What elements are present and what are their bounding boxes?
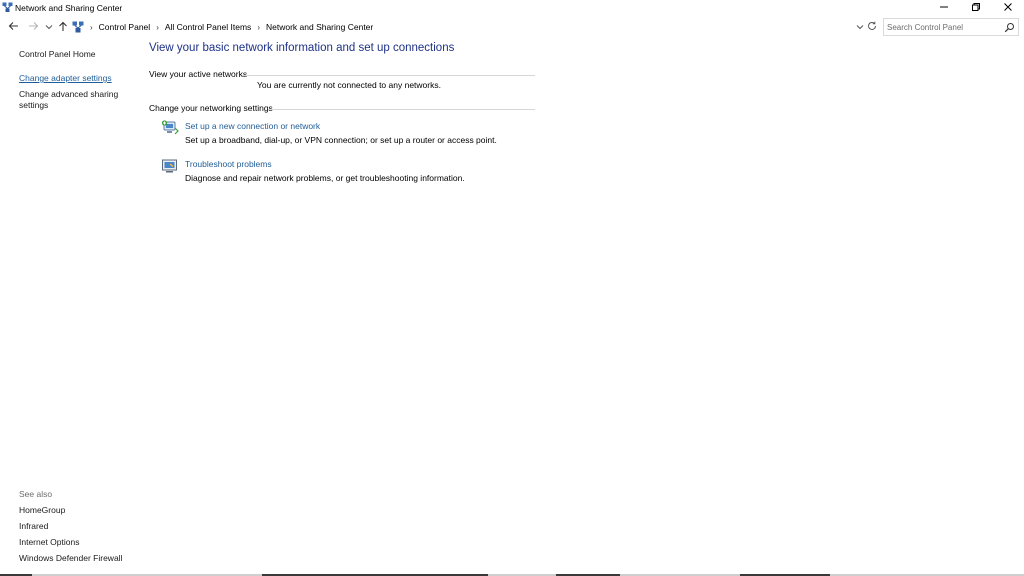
search-box: [883, 18, 1019, 36]
minimize-icon: [939, 2, 949, 14]
network-sharing-icon: [2, 2, 13, 13]
window-title: Network and Sharing Center: [15, 3, 123, 13]
chevron-down-icon: [45, 22, 53, 32]
control-panel-home-link[interactable]: Control Panel Home: [19, 49, 96, 60]
restore-button[interactable]: [960, 0, 992, 16]
minimize-button[interactable]: [928, 0, 960, 16]
network-status-text: You are currently not connected to any n…: [257, 80, 441, 90]
search-icon[interactable]: [1004, 22, 1015, 33]
breadcrumb-all-items[interactable]: All Control Panel Items: [165, 22, 251, 32]
up-arrow-icon: [58, 21, 68, 34]
refresh-button[interactable]: [866, 21, 878, 33]
address-bar[interactable]: › Control Panel › All Control Panel Item…: [72, 19, 878, 35]
network-setup-icon: [161, 119, 179, 135]
forward-arrow-icon: [28, 21, 39, 33]
page-title: View your basic network information and …: [149, 42, 455, 54]
refresh-icon: [867, 21, 877, 33]
navigation-bar: › Control Panel › All Control Panel Item…: [0, 18, 1024, 36]
change-settings-heading: Change your networking settings: [149, 103, 273, 113]
back-button[interactable]: [6, 20, 20, 34]
search-input[interactable]: [887, 21, 999, 34]
breadcrumb-separator: ›: [90, 22, 93, 32]
see-also-heading: See also: [19, 489, 53, 499]
troubleshoot-icon: [161, 158, 179, 174]
left-pane: Control Panel Home Change adapter settin…: [0, 36, 140, 576]
breadcrumb-separator: ›: [257, 22, 260, 32]
internet-options-link[interactable]: Internet Options: [19, 537, 79, 548]
close-button[interactable]: [992, 0, 1024, 16]
section-divider: [268, 109, 535, 110]
homegroup-link[interactable]: HomeGroup: [19, 505, 65, 516]
active-networks-heading: View your active networks: [149, 69, 248, 79]
title-bar: Network and Sharing Center: [0, 0, 1024, 16]
control-panel-icon: [72, 21, 84, 33]
windows-defender-firewall-link[interactable]: Windows Defender Firewall: [19, 553, 122, 564]
close-icon: [1003, 2, 1013, 14]
up-button[interactable]: [57, 20, 69, 34]
address-dropdown-button[interactable]: [855, 21, 865, 33]
setup-connection-link[interactable]: Set up a new connection or network: [185, 121, 320, 131]
infrared-link[interactable]: Infrared: [19, 521, 48, 532]
breadcrumb-control-panel[interactable]: Control Panel: [99, 22, 151, 32]
breadcrumb-network-sharing[interactable]: Network and Sharing Center: [266, 22, 373, 32]
troubleshoot-problems-description: Diagnose and repair network problems, or…: [185, 173, 465, 183]
setup-connection-description: Set up a broadband, dial-up, or VPN conn…: [185, 135, 497, 145]
change-adapter-settings-link[interactable]: Change adapter settings: [19, 73, 112, 84]
back-arrow-icon: [8, 21, 19, 33]
change-advanced-sharing-link[interactable]: Change advanced sharing settings: [19, 89, 119, 110]
restore-icon: [971, 2, 981, 14]
chevron-down-icon: [856, 22, 864, 32]
troubleshoot-problems-link[interactable]: Troubleshoot problems: [185, 159, 272, 169]
section-divider: [242, 75, 535, 76]
forward-button[interactable]: [26, 20, 40, 34]
breadcrumb-separator: ›: [156, 22, 159, 32]
recent-locations-button[interactable]: [44, 20, 54, 34]
